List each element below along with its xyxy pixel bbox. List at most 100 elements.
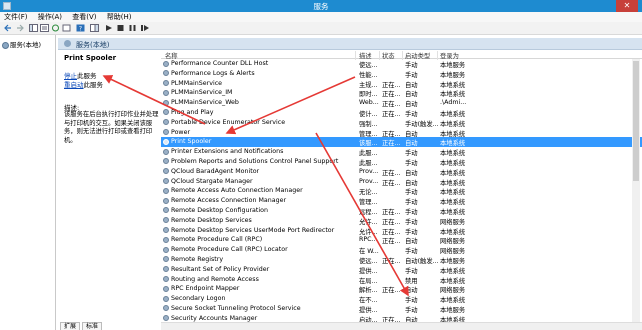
- service-status: 正在...: [382, 130, 401, 138]
- gear-icon: [163, 148, 169, 155]
- menu-file[interactable]: 文件(F): [4, 12, 28, 22]
- menu-help[interactable]: 帮助(H): [107, 12, 132, 22]
- service-startup-type: 自动(触发...: [405, 257, 439, 265]
- table-row[interactable]: Remote Access Auto Connection Manager 无论.…: [161, 186, 642, 196]
- table-row[interactable]: QCloud Stargate Manager Prov... 正在... 自动 本地系…: [161, 177, 642, 187]
- service-logon-as: 本地系统: [440, 150, 466, 158]
- vertical-scrollbar[interactable]: [632, 59, 640, 322]
- gear-icon: [163, 305, 169, 312]
- forward-icon[interactable]: [15, 24, 24, 32]
- tab-standard[interactable]: 标准: [82, 322, 103, 330]
- service-status: 正在...: [382, 208, 401, 216]
- service-startup-type: 自动: [405, 238, 418, 246]
- gear-icon: [163, 89, 169, 96]
- restart-service-icon[interactable]: [140, 24, 149, 32]
- tab-extended[interactable]: 扩展: [60, 322, 81, 330]
- back-icon[interactable]: [4, 24, 13, 32]
- service-description: 该服...: [359, 140, 378, 148]
- properties-icon[interactable]: [40, 24, 49, 32]
- service-logon-as: 本地服务: [440, 62, 466, 69]
- service-name: Resultant Set of Policy Provider: [171, 265, 270, 273]
- table-row[interactable]: Remote Access Connection Manager 管理... 手动 本…: [161, 196, 642, 206]
- menu-view[interactable]: 查看(V): [72, 12, 96, 22]
- table-row[interactable]: PLMMainService 主规... 正在... 自动 本地系统: [161, 79, 642, 89]
- table-row[interactable]: Problem Reports and Solutions Control Pa…: [161, 157, 642, 167]
- service-name: Remote Desktop Services UserMode Port Re…: [171, 226, 335, 234]
- service-name: PLMMainService: [171, 79, 223, 87]
- service-status: 正在...: [382, 91, 401, 99]
- gear-icon: [163, 295, 169, 302]
- selected-service-title: Print Spooler: [64, 54, 117, 62]
- service-name: Routing and Remote Access: [171, 275, 259, 283]
- show-tree-icon[interactable]: [29, 24, 38, 32]
- service-name: Remote Procedure Call (RPC): [171, 236, 263, 244]
- table-row[interactable]: Security Accounts Manager 启动... 正在... 自动 本地系…: [161, 314, 642, 322]
- table-row[interactable]: Performance Counter DLL Host 使远... 手动 本地服务: [161, 59, 642, 69]
- service-description: 管理...: [359, 199, 378, 207]
- table-row[interactable]: PLMMainService_Web Web... 正在... 自动 .\Admi...: [161, 98, 642, 108]
- table-row[interactable]: Remote Procedure Call (RPC) RPC... 正在... 自动…: [161, 235, 642, 245]
- service-description: 提供...: [359, 267, 378, 275]
- table-row[interactable]: Remote Desktop Services UserMode Port Re…: [161, 226, 642, 236]
- menu-action[interactable]: 操作(A): [38, 12, 62, 22]
- svg-text:?: ?: [79, 26, 82, 33]
- table-row[interactable]: RPC Endpoint Mapper 解析... 正在... 自动 网络服务: [161, 284, 642, 294]
- table-row[interactable]: Performance Logs & Alerts 性能... 手动 本地服务: [161, 69, 642, 79]
- start-service-icon[interactable]: [104, 24, 113, 32]
- table-row[interactable]: Secondary Logon 在不... 手动 本地系统: [161, 294, 642, 304]
- table-row[interactable]: Printer Extensions and Notifications 此服..…: [161, 147, 642, 157]
- gear-icon: [163, 60, 169, 67]
- service-name: Remote Desktop Configuration: [171, 206, 268, 214]
- gear-icon: [64, 40, 71, 47]
- horizontal-scrollbar[interactable]: [161, 322, 642, 330]
- table-row[interactable]: Remote Registry 使远... 正在... 自动(触发... 本地服务: [161, 255, 642, 265]
- table-row[interactable]: Remote Desktop Configuration 远程... 正在... 手动…: [161, 206, 642, 216]
- service-name: Performance Logs & Alerts: [171, 69, 255, 77]
- gear-icon: [2, 41, 9, 49]
- window-title: 服务: [313, 2, 329, 11]
- service-startup-type: 手动: [405, 62, 418, 69]
- pause-service-icon[interactable]: [128, 24, 137, 32]
- service-description: 允许...: [359, 228, 378, 236]
- gear-icon: [163, 129, 169, 136]
- table-row[interactable]: Secure Socket Tunneling Protocol Service…: [161, 304, 642, 314]
- service-logon-as: 本地系统: [440, 208, 466, 216]
- table-row[interactable]: QCloud BaradAgent Monitor Prov... 正在... 自动 本…: [161, 167, 642, 177]
- export-list-icon[interactable]: [62, 24, 71, 32]
- service-logon-as: 本地系统: [440, 81, 466, 89]
- service-startup-type: 手动(触发...: [405, 120, 439, 128]
- scroll-thumb[interactable]: [633, 61, 639, 181]
- gear-icon: [163, 276, 169, 283]
- service-status: 正在...: [382, 287, 401, 295]
- table-row[interactable]: Resultant Set of Policy Provider 提供... 手动 本…: [161, 265, 642, 275]
- table-row[interactable]: Remote Desktop Services 允许... 正在... 手动 网络服务: [161, 216, 642, 226]
- gear-icon: [163, 158, 169, 165]
- services-list: 名称 描述 状态 启动类型 登录为 Performance Counter DL…: [161, 50, 642, 322]
- close-button[interactable]: ✕: [616, 0, 638, 12]
- stop-service-icon[interactable]: [116, 24, 125, 32]
- refresh-icon[interactable]: [51, 24, 60, 32]
- table-row[interactable]: Remote Procedure Call (RPC) Locator 在 W..…: [161, 245, 642, 255]
- table-row[interactable]: Print Spooler 该服... 正在... 自动 本地系统: [161, 137, 642, 147]
- service-logon-as: 本地服务: [440, 71, 466, 79]
- service-description: 启动...: [359, 316, 378, 322]
- help-icon[interactable]: ?: [76, 24, 85, 32]
- service-name: Secure Socket Tunneling Protocol Service: [171, 304, 301, 312]
- tree-node-services-local[interactable]: 服务(本地): [2, 39, 41, 49]
- table-row[interactable]: Plug and Play 使计... 正在... 手动 本地系统: [161, 108, 642, 118]
- service-description: 使计...: [359, 110, 378, 118]
- service-description: Web...: [359, 99, 379, 107]
- service-description: Prov...: [359, 167, 379, 175]
- service-logon-as: 本地系统: [440, 297, 466, 305]
- service-startup-type: 自动: [405, 91, 418, 99]
- table-row[interactable]: Power 管理... 正在... 自动 本地系统: [161, 128, 642, 138]
- restart-service-link[interactable]: 重启动: [64, 81, 84, 89]
- service-name: PLMMainService_IM: [171, 89, 233, 97]
- table-row[interactable]: PLMMainService_IM 即时... 正在... 自动 本地系统: [161, 88, 642, 98]
- service-logon-as: 网络服务: [440, 287, 466, 295]
- help-pane-icon[interactable]: [90, 24, 99, 32]
- view-tabs: 扩展 标准: [58, 322, 158, 330]
- table-row[interactable]: Portable Device Enumerator Service 强制... 手…: [161, 118, 642, 128]
- service-detail-panel: Print Spooler 停止此服务 重启动此服务 描述: 该服务在后台执行打…: [58, 50, 158, 330]
- table-row[interactable]: Routing and Remote Access 在局... 禁用 本地系统: [161, 275, 642, 285]
